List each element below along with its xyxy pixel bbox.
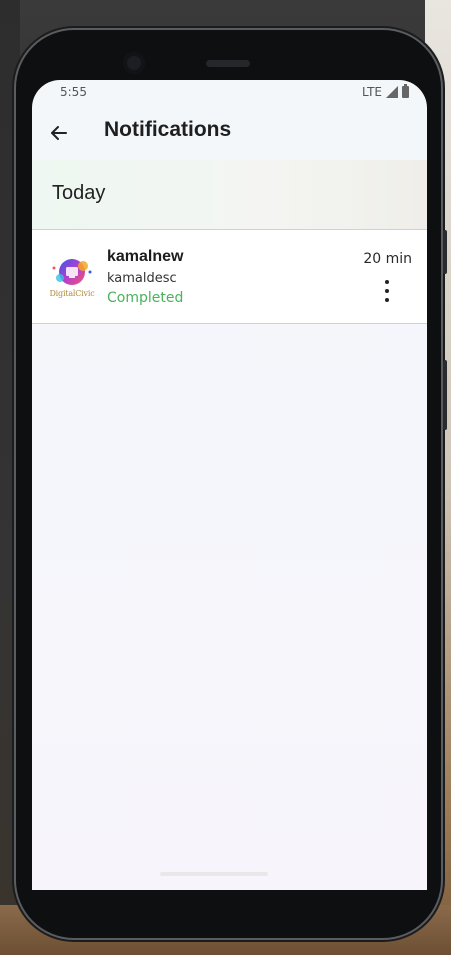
more-options-button[interactable] (377, 278, 397, 304)
battery-icon (402, 84, 409, 98)
app-screen: 5:55 LTE Notifications Today DigitalCivi… (32, 80, 427, 890)
status-bar: 5:55 LTE (32, 80, 427, 106)
more-vertical-icon (385, 280, 389, 284)
home-indicator[interactable] (160, 872, 268, 876)
app-logo: DigitalCivic (46, 254, 98, 302)
network-label: LTE (362, 85, 382, 99)
notification-item[interactable]: DigitalCivic kamalnew kamaldesc Complete… (32, 230, 427, 324)
app-logo-icon (52, 259, 92, 285)
more-dot (385, 298, 389, 302)
back-button[interactable] (46, 120, 72, 146)
status-icons: LTE (362, 84, 409, 99)
front-camera (123, 52, 145, 74)
earpiece-speaker (206, 60, 250, 67)
status-time: 5:55 (60, 85, 87, 99)
power-button (443, 230, 447, 274)
notification-title: kamalnew (107, 248, 184, 265)
section-header-today: Today (32, 160, 427, 230)
notification-status: Completed (107, 290, 184, 306)
arrow-left-icon (51, 126, 67, 140)
phone-frame: 5:55 LTE Notifications Today DigitalCivi… (16, 30, 447, 938)
volume-button (443, 360, 447, 430)
notification-time: 20 min (363, 251, 412, 267)
app-bar: Notifications (32, 106, 427, 158)
logo-caption: DigitalCivic (49, 289, 95, 298)
page-title: Notifications (104, 118, 232, 141)
section-title: Today (52, 182, 106, 204)
signal-icon (386, 86, 398, 98)
notification-description: kamaldesc (107, 271, 177, 286)
more-dot (385, 289, 389, 293)
